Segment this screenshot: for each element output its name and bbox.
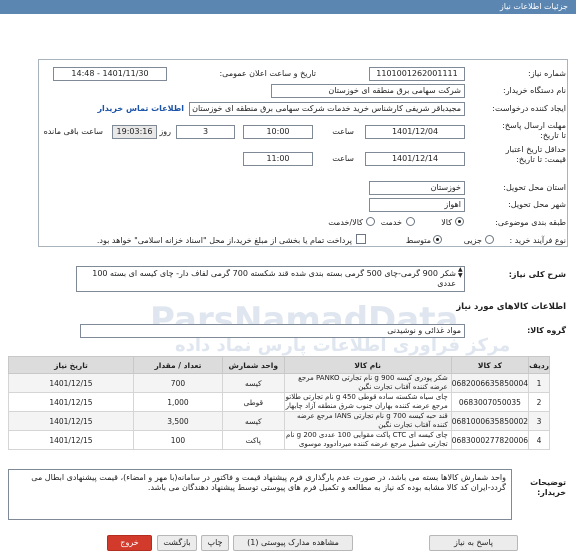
row-number: 3 xyxy=(528,411,550,431)
goods-table: ردیف کد کالا نام کالا واحد شمارش تعداد /… xyxy=(8,356,550,450)
creator-label: ایجاد کننده درخواست: xyxy=(492,104,566,113)
buyer-notes-label: توضیحات خریدار: xyxy=(530,478,566,497)
table-header-row: ردیف کد کالا نام کالا واحد شمارش تعداد /… xyxy=(8,356,550,374)
table-row: 4 0683000277820006 چای کیسه ای CTC پاکت … xyxy=(8,430,550,450)
validity-date-field[interactable]: 1401/12/14 xyxy=(365,152,465,166)
col-name-header: نام کالا xyxy=(283,356,452,374)
item-unit: قوطی xyxy=(222,392,285,412)
item-date: 1401/12/15 xyxy=(8,411,134,431)
print-button[interactable]: چاپ xyxy=(201,535,229,551)
item-code: 0683000277820006 xyxy=(450,430,530,450)
row-number: 1 xyxy=(528,373,550,393)
item-name: چای کیسه ای CTC پاکت مقوایی 100 عددی 200… xyxy=(283,430,452,450)
city-label: شهر محل تحویل: xyxy=(508,200,566,209)
buyer-field[interactable]: شرکت سهامی برق منطقه ای خوزستان xyxy=(271,84,465,98)
category-label: طبقه بندی موضوعی: xyxy=(495,218,566,227)
validity-time-label: ساعت xyxy=(332,154,354,163)
category-service-label: خدمت xyxy=(380,218,402,227)
city-field[interactable]: اهواز xyxy=(369,198,465,212)
item-unit: کیسه xyxy=(222,411,285,431)
process-minor-label: جزیی xyxy=(463,236,482,245)
watermark-fa: مرکز فراوری اطلاعات پارس نماد داده xyxy=(175,335,511,356)
category-both-radio[interactable] xyxy=(366,217,375,226)
summary-label: شرح کلی نیاز: xyxy=(508,270,566,279)
need-number-field[interactable]: 1101001262001111 xyxy=(369,67,465,81)
page-title: جزئیات اطلاعات نیاز xyxy=(0,0,576,14)
remaining-time-label: ساعت باقی مانده xyxy=(43,127,103,136)
category-both-label: کالا/خدمت xyxy=(328,218,363,227)
item-qty: 1,000 xyxy=(132,392,224,412)
item-unit: پاکت xyxy=(222,430,285,450)
treasury-payment-checkbox[interactable] xyxy=(356,234,366,244)
attachments-button[interactable]: مشاهده مدارک پیوستی (1) xyxy=(233,535,353,551)
process-label: نوع فرآیند خرید : xyxy=(509,236,566,245)
item-name: چای سیاه شکسته ساده قوطی 450 g نام تجارت… xyxy=(283,392,452,412)
goods-group-field[interactable]: مواد غذائی و نوشیدنی xyxy=(80,324,465,338)
goods-group-label: گروه کالا: xyxy=(527,326,566,335)
exit-button[interactable]: خروج xyxy=(107,535,152,551)
item-code: 0683007050035 xyxy=(450,392,530,412)
item-name: شکر پودری کیسه 900 g نام تجارتی PANKO مر… xyxy=(283,373,452,393)
item-date: 1401/12/15 xyxy=(8,430,134,450)
buyer-contact-link[interactable]: اطلاعات تماس خریدار xyxy=(97,104,184,113)
remaining-days-field[interactable]: 3 xyxy=(176,125,235,139)
item-qty: 700 xyxy=(132,373,224,393)
goods-section-title: اطلاعات کالاهای مورد نیاز xyxy=(456,302,566,312)
deadline-label: مهلت ارسال پاسخ: تا تاریخ: xyxy=(502,121,566,140)
deadline-time-field[interactable]: 10:00 xyxy=(243,125,313,139)
deadline-time-label: ساعت xyxy=(332,127,354,136)
announce-datetime-field[interactable]: 1401/11/30 - 14:48 xyxy=(53,67,167,81)
item-qty: 3,500 xyxy=(132,411,224,431)
item-code: 0682006635850004 xyxy=(450,373,530,393)
summary-text: شکر 900 گرمی-چای 500 گرمی بسته بندی شده … xyxy=(92,269,456,288)
summary-scroll-icon[interactable]: ▲ ▼ xyxy=(458,267,463,279)
row-number: 2 xyxy=(528,392,550,412)
item-code: 0681000635850002 xyxy=(450,411,530,431)
back-button[interactable]: بازگشت xyxy=(157,535,197,551)
col-row-header: ردیف xyxy=(528,356,550,374)
item-date: 1401/12/15 xyxy=(8,392,134,412)
category-goods-radio[interactable] xyxy=(455,217,464,226)
item-date: 1401/12/15 xyxy=(8,373,134,393)
col-code-header: کد کالا xyxy=(450,356,530,374)
col-unit-header: واحد شمارش xyxy=(222,356,285,374)
process-minor-radio[interactable] xyxy=(485,235,494,244)
province-field[interactable]: خوزستان xyxy=(369,181,465,195)
item-name: قند حبه کیسه 700 g نام تجارتی IANS مرجع … xyxy=(283,411,452,431)
process-medium-radio[interactable] xyxy=(433,235,442,244)
respond-button[interactable]: پاسخ به نیاز xyxy=(429,535,518,551)
table-row: 2 0683007050035 چای سیاه شکسته ساده قوطی… xyxy=(8,392,550,412)
creator-field[interactable]: مجیدباقر شریفی کارشناس خرید خدمات شرکت س… xyxy=(189,102,465,116)
process-medium-label: متوسط xyxy=(405,236,431,245)
table-row: 1 0682006635850004 شکر پودری کیسه 900 g … xyxy=(8,373,550,393)
deadline-date-field[interactable]: 1401/12/04 xyxy=(365,125,465,139)
buyer-notes-text: واحد شمارش کالاها بسته می باشد، در صورت … xyxy=(31,473,506,492)
col-qty-header: تعداد / مقدار xyxy=(132,356,224,374)
min-validity-label: حداقل تاریخ اعتبار قیمت: تا تاریخ: xyxy=(505,145,566,164)
province-label: استان محل تحویل: xyxy=(503,183,566,192)
remaining-time-field[interactable]: 19:03:16 xyxy=(112,125,157,139)
treasury-payment-note: پرداخت تمام یا بخشی از مبلغ خرید،از محل … xyxy=(96,236,352,245)
item-unit: کیسه xyxy=(222,373,285,393)
category-goods-label: کالا xyxy=(441,218,452,227)
announce-datetime-label: تاریخ و ساعت اعلان عمومی: xyxy=(219,69,316,78)
buyer-label: نام دستگاه خریدار: xyxy=(503,86,566,95)
need-number-label: شماره نیاز: xyxy=(528,69,566,78)
table-row: 3 0681000635850002 قند حبه کیسه 700 g نا… xyxy=(8,411,550,431)
category-service-radio[interactable] xyxy=(406,217,415,226)
col-date-header: تاریخ نیاز xyxy=(8,356,134,374)
row-number: 4 xyxy=(528,430,550,450)
item-qty: 100 xyxy=(132,430,224,450)
validity-time-field[interactable]: 11:00 xyxy=(243,152,313,166)
